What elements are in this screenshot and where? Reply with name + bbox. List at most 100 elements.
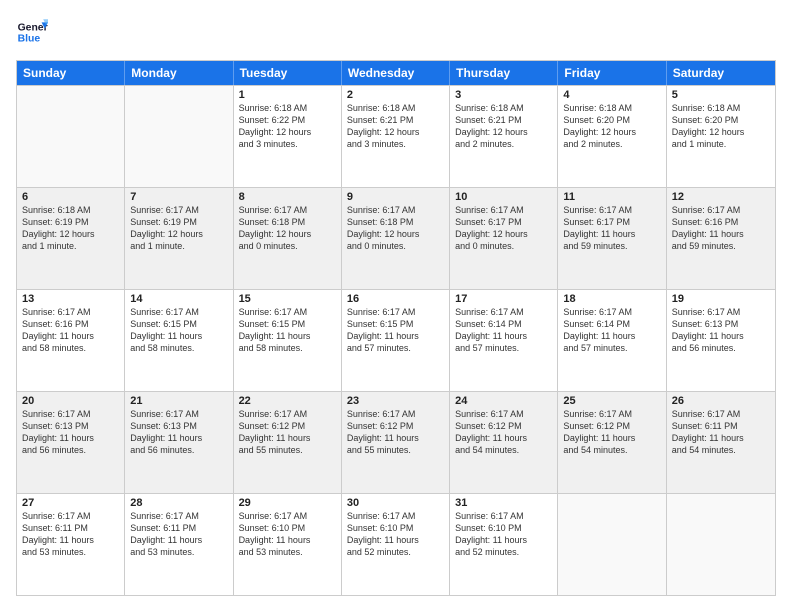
weekday-header-monday: Monday: [125, 61, 233, 85]
day-number: 13: [22, 293, 119, 305]
weekday-header-saturday: Saturday: [667, 61, 775, 85]
empty-cell: [125, 86, 233, 187]
cell-info-line: and 57 minutes.: [455, 342, 552, 354]
cell-info-line: Sunrise: 6:17 AM: [347, 510, 444, 522]
day-cell-18: 18Sunrise: 6:17 AMSunset: 6:14 PMDayligh…: [558, 290, 666, 391]
day-cell-1: 1Sunrise: 6:18 AMSunset: 6:22 PMDaylight…: [234, 86, 342, 187]
day-cell-19: 19Sunrise: 6:17 AMSunset: 6:13 PMDayligh…: [667, 290, 775, 391]
cell-info-line: Sunrise: 6:17 AM: [672, 306, 770, 318]
cell-info-line: and 3 minutes.: [347, 138, 444, 150]
cell-info-line: Daylight: 11 hours: [130, 330, 227, 342]
cell-info-line: Sunset: 6:22 PM: [239, 114, 336, 126]
day-number: 1: [239, 89, 336, 101]
calendar-row-1: 1 Sunrise: 6:18 AM Sunset: 6:22 PM Daylight…: [17, 85, 775, 187]
day-number: 8: [239, 191, 336, 203]
cell-info-line: and 57 minutes.: [347, 342, 444, 354]
cell-info-line: Daylight: 11 hours: [455, 534, 552, 546]
cell-info-line: Sunset: 6:11 PM: [22, 522, 119, 534]
cell-info-line: Sunrise: 6:18 AM: [672, 102, 770, 114]
cell-info-line: Sunrise: 6:17 AM: [455, 510, 552, 522]
cell-info-line: Sunrise: 6:17 AM: [130, 408, 227, 420]
cell-info-line: Sunset: 6:20 PM: [563, 114, 660, 126]
cell-info-line: and 58 minutes.: [22, 342, 119, 354]
cell-info-line: Sunrise: 6:17 AM: [672, 204, 770, 216]
cell-info-line: Sunrise: 6:17 AM: [563, 408, 660, 420]
cell-info-line: Sunrise: 6:17 AM: [563, 306, 660, 318]
cell-info-line: Sunrise: 6:18 AM: [563, 102, 660, 114]
cell-info-line: Sunrise: 6:17 AM: [130, 204, 227, 216]
cell-info-line: Daylight: 11 hours: [347, 534, 444, 546]
cell-info-line: Daylight: 11 hours: [563, 330, 660, 342]
day-cell-11: 11Sunrise: 6:17 AMSunset: 6:17 PMDayligh…: [558, 188, 666, 289]
day-cell-29: 29Sunrise: 6:17 AMSunset: 6:10 PMDayligh…: [234, 494, 342, 595]
weekday-header-sunday: Sunday: [17, 61, 125, 85]
day-cell-10: 10Sunrise: 6:17 AMSunset: 6:17 PMDayligh…: [450, 188, 558, 289]
cell-info-line: Sunset: 6:14 PM: [455, 318, 552, 330]
cell-info-line: and 55 minutes.: [239, 444, 336, 456]
cell-info-line: Daylight: 12 hours: [672, 126, 770, 138]
day-number: 17: [455, 293, 552, 305]
empty-cell: [558, 494, 666, 595]
cell-info-line: and 54 minutes.: [672, 444, 770, 456]
day-cell-26: 26Sunrise: 6:17 AMSunset: 6:11 PMDayligh…: [667, 392, 775, 493]
cell-info-line: Sunrise: 6:17 AM: [239, 510, 336, 522]
cell-info-line: and 52 minutes.: [455, 546, 552, 558]
day-cell-21: 21Sunrise: 6:17 AMSunset: 6:13 PMDayligh…: [125, 392, 233, 493]
day-cell-28: 28Sunrise: 6:17 AMSunset: 6:11 PMDayligh…: [125, 494, 233, 595]
cell-info-line: and 1 minute.: [672, 138, 770, 150]
cell-info-line: Sunrise: 6:17 AM: [22, 408, 119, 420]
cell-info-line: Sunset: 6:10 PM: [455, 522, 552, 534]
cell-info-line: Daylight: 11 hours: [672, 228, 770, 240]
cell-info-line: and 56 minutes.: [672, 342, 770, 354]
day-cell-12: 12Sunrise: 6:17 AMSunset: 6:16 PMDayligh…: [667, 188, 775, 289]
cell-info-line: Sunset: 6:15 PM: [130, 318, 227, 330]
cell-info-line: Sunset: 6:12 PM: [239, 420, 336, 432]
day-number: 7: [130, 191, 227, 203]
day-number: 6: [22, 191, 119, 203]
cell-info-line: Daylight: 11 hours: [455, 330, 552, 342]
cell-info-line: Daylight: 11 hours: [130, 534, 227, 546]
cell-info-line: and 57 minutes.: [563, 342, 660, 354]
cell-info-line: Daylight: 11 hours: [563, 228, 660, 240]
cell-info-line: Sunrise: 6:17 AM: [672, 408, 770, 420]
day-cell-14: 14Sunrise: 6:17 AMSunset: 6:15 PMDayligh…: [125, 290, 233, 391]
cell-info-line: and 52 minutes.: [347, 546, 444, 558]
cell-info-line: Sunset: 6:18 PM: [239, 216, 336, 228]
cell-info-line: Sunrise: 6:17 AM: [347, 204, 444, 216]
cell-info-line: Daylight: 11 hours: [22, 534, 119, 546]
cell-info-line: Sunrise: 6:17 AM: [455, 306, 552, 318]
day-number: 18: [563, 293, 660, 305]
cell-info-line: Sunset: 6:17 PM: [455, 216, 552, 228]
cell-info-line: Sunset: 6:21 PM: [455, 114, 552, 126]
cell-info-line: and 54 minutes.: [563, 444, 660, 456]
cell-info-line: and 53 minutes.: [22, 546, 119, 558]
day-number: 28: [130, 497, 227, 509]
cell-info-line: Sunset: 6:15 PM: [347, 318, 444, 330]
cell-info-line: Daylight: 11 hours: [130, 432, 227, 444]
day-number: 9: [347, 191, 444, 203]
cell-info-line: Sunset: 6:13 PM: [22, 420, 119, 432]
cell-info-line: Sunset: 6:19 PM: [22, 216, 119, 228]
cell-info-line: Sunset: 6:20 PM: [672, 114, 770, 126]
calendar-row-2: 6Sunrise: 6:18 AMSunset: 6:19 PMDaylight…: [17, 187, 775, 289]
cell-info-line: Daylight: 11 hours: [239, 432, 336, 444]
day-cell-16: 16Sunrise: 6:17 AMSunset: 6:15 PMDayligh…: [342, 290, 450, 391]
day-number: 31: [455, 497, 552, 509]
cell-info-line: Daylight: 11 hours: [347, 432, 444, 444]
cell-info-line: Daylight: 11 hours: [672, 330, 770, 342]
cell-info-line: Daylight: 11 hours: [563, 432, 660, 444]
day-number: 23: [347, 395, 444, 407]
cell-info-line: Sunrise: 6:18 AM: [347, 102, 444, 114]
cell-info-line: and 2 minutes.: [455, 138, 552, 150]
day-number: 15: [239, 293, 336, 305]
cell-info-line: Sunset: 6:17 PM: [563, 216, 660, 228]
cell-info-line: and 0 minutes.: [347, 240, 444, 252]
day-cell-8: 8Sunrise: 6:17 AMSunset: 6:18 PMDaylight…: [234, 188, 342, 289]
calendar-body: 1 Sunrise: 6:18 AM Sunset: 6:22 PM Daylight…: [17, 85, 775, 595]
day-cell-2: 2Sunrise: 6:18 AMSunset: 6:21 PMDaylight…: [342, 86, 450, 187]
cell-info-line: Sunset: 6:16 PM: [22, 318, 119, 330]
cell-info-line: Sunset: 6:18 PM: [347, 216, 444, 228]
day-number: 16: [347, 293, 444, 305]
day-number: 21: [130, 395, 227, 407]
day-number: 26: [672, 395, 770, 407]
